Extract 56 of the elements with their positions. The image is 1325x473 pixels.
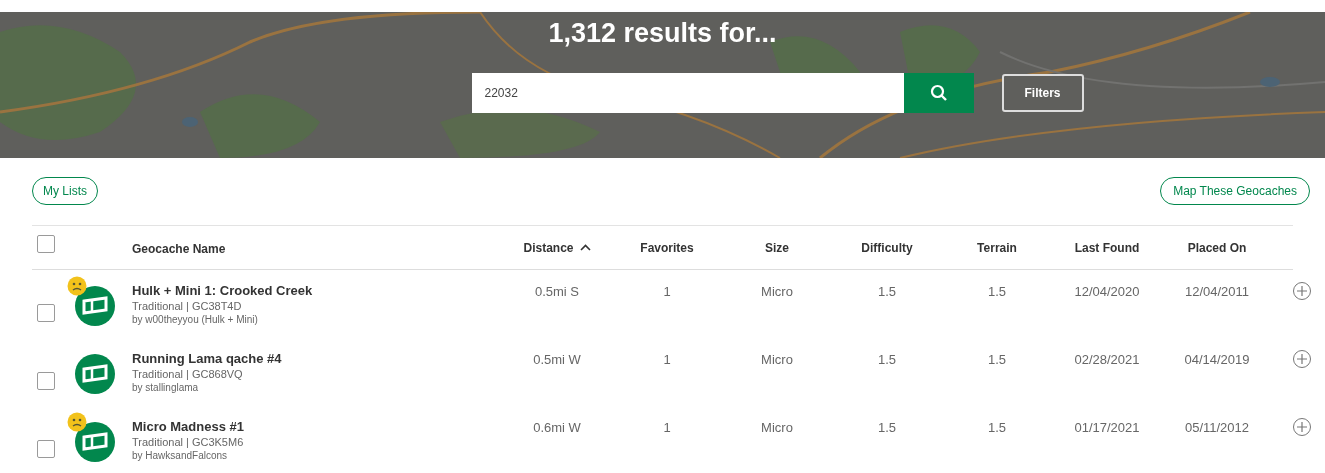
table-cell-text: 02/28/2021: [1074, 351, 1140, 369]
table-cell-text: 01/17/2021: [1074, 419, 1140, 437]
table-cell-text: 1.5: [987, 419, 1007, 437]
filters-button[interactable]: Filters: [1001, 74, 1084, 112]
column-header[interactable]: Size: [765, 238, 789, 257]
table-cell-text: 1.5: [877, 283, 897, 301]
table-cell-text: 0.5mi S: [534, 283, 580, 301]
table-cell-text: Micro: [761, 351, 793, 369]
cache-icon: [75, 354, 115, 394]
table-cell-text: 1.5: [877, 419, 897, 437]
checkbox[interactable]: [37, 372, 55, 390]
column-header[interactable]: Difficulty: [861, 238, 913, 257]
table-cell-text: 1: [663, 419, 671, 437]
geocache-name-link[interactable]: Running Lama qache #4: [132, 350, 502, 367]
cache-icon: [75, 286, 115, 326]
table-cell-text: 1: [663, 351, 671, 369]
table-cell-text: 12/04/2011: [1184, 283, 1250, 301]
table-cell-text: 0.5mi W: [533, 351, 581, 369]
table-cell-text: 1: [663, 283, 671, 301]
column-header[interactable]: Distance: [523, 238, 591, 257]
table-cell-text: 0.6mi W: [533, 419, 581, 437]
geocache-owner: by w00theyyou (Hulk + Mini): [132, 313, 259, 327]
column-header[interactable]: Placed On: [1187, 238, 1247, 257]
geocache-owner: by stallinglama: [132, 381, 200, 395]
sad-face-icon: [67, 276, 87, 296]
geocache-type-code: Traditional | GC38T4D: [132, 299, 243, 313]
checkbox[interactable]: [37, 440, 55, 458]
geocache-type-code: Traditional | GC868VQ: [132, 367, 244, 381]
search-field[interactable]: 22032: [471, 73, 904, 113]
search-button[interactable]: [903, 73, 974, 113]
plus-icon: [1297, 354, 1307, 364]
sort-up-icon: [579, 244, 591, 251]
column-header[interactable]: Last Found: [1074, 238, 1140, 257]
plus-icon: [1297, 422, 1307, 432]
table-cell-text: 12/04/2020: [1074, 283, 1140, 301]
checkbox[interactable]: [37, 235, 55, 253]
table-cell-text: Micro: [761, 419, 793, 437]
geocache-name-link[interactable]: Micro Madness #1: [132, 418, 502, 435]
table-cell-text: 05/11/2012: [1184, 419, 1250, 437]
column-header[interactable]: Geocache Name: [132, 239, 226, 258]
geocache-name-link[interactable]: Hulk + Mini 1: Crooked Creek: [132, 282, 502, 299]
geocache-owner: by HawksandFalcons: [132, 449, 229, 463]
search-icon: [929, 84, 948, 102]
checkbox[interactable]: [37, 304, 55, 322]
table-cell-text: Micro: [761, 283, 793, 301]
geocache-type-code: Traditional | GC3K5M6: [132, 435, 245, 449]
table-cell-text: 1.5: [987, 283, 1007, 301]
table-cell-text: 04/14/2019: [1184, 351, 1250, 369]
sad-face-icon: [67, 412, 87, 432]
plus-icon: [1297, 286, 1307, 296]
cache-icon: [75, 422, 115, 462]
table-cell-text: 1.5: [877, 351, 897, 369]
column-header[interactable]: Terrain: [977, 238, 1017, 257]
results-title: 1,312 results for...: [548, 20, 777, 47]
column-header[interactable]: Favorites: [640, 238, 694, 257]
table-cell-text: 1.5: [987, 351, 1007, 369]
